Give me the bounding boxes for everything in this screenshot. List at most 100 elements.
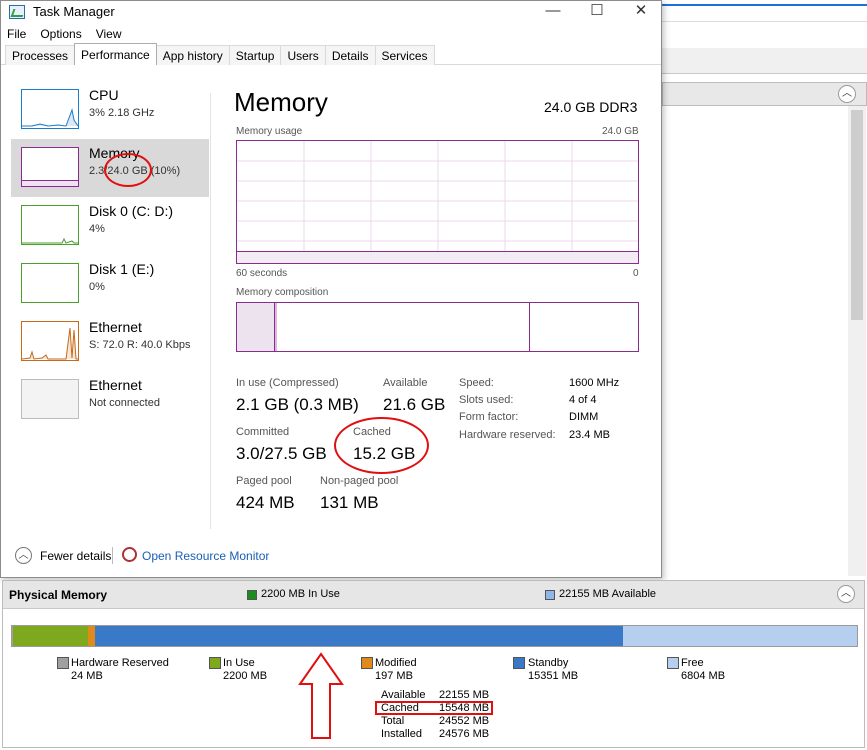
spec-value-slots: 4 of 4 [569, 394, 597, 406]
legend-value-in-use: 2200 MB [223, 670, 268, 682]
rm-accent-line [662, 4, 867, 6]
resource-item-cpu[interactable]: CPU 3% 2.18 GHz [11, 81, 209, 139]
bar-segment-standby [95, 626, 624, 646]
annotation-box-cached [375, 701, 493, 715]
available-value: 21.6 GB [383, 395, 446, 414]
legend-name-modified: Modified [375, 657, 417, 669]
nonpaged-pool-value: 131 MB [320, 493, 379, 512]
resource-name: Ethernet [89, 319, 142, 335]
bar-segment-free [623, 626, 857, 646]
composition-modified [275, 303, 277, 351]
composition-label: Memory composition [236, 287, 329, 298]
resource-detail: Not connected [89, 397, 160, 409]
open-resource-monitor-link[interactable]: Open Resource Monitor [142, 549, 269, 563]
physical-memory-panel: Physical Memory 2200 MB In Use 22155 MB … [2, 580, 865, 748]
paged-pool-label: Paged pool [236, 475, 292, 487]
window-title: Task Manager [33, 4, 115, 19]
annotation-circle-cached [334, 417, 429, 474]
bar-segment-modified [88, 626, 96, 646]
ethernet-disconnected-mini-graph [21, 379, 79, 419]
collapse-icon[interactable]: ︿ [837, 585, 855, 603]
physical-memory-header[interactable]: Physical Memory 2200 MB In Use 22155 MB … [3, 581, 864, 609]
physical-memory-title: Physical Memory [9, 588, 108, 602]
tab-users[interactable]: Users [280, 45, 326, 65]
resource-detail: 4% [89, 223, 105, 235]
legend-name-free: Free [681, 657, 704, 669]
annotation-circle-memory [104, 153, 152, 187]
resource-name: Disk 1 (E:) [89, 261, 155, 277]
tab-performance[interactable]: Performance [74, 43, 157, 65]
ethernet-mini-graph [21, 321, 79, 361]
tab-processes[interactable]: Processes [5, 45, 76, 65]
standby-swatch [513, 657, 525, 669]
resource-item-ethernet-2[interactable]: Ethernet Not connected [11, 371, 209, 429]
menu-view[interactable]: View [96, 27, 122, 41]
committed-label: Committed [236, 426, 290, 438]
available-legend-swatch [545, 590, 555, 600]
composition-in-use [237, 303, 275, 351]
spec-value-hw-reserved: 23.4 MB [569, 429, 610, 441]
summary-label-installed: Installed [381, 728, 422, 740]
rm-section-header[interactable] [662, 82, 867, 106]
close-button[interactable]: ✕ [618, 1, 664, 23]
page-title: Memory [234, 87, 328, 117]
rm-toolbar [662, 48, 867, 74]
menu-file[interactable]: File [7, 27, 26, 41]
bar-segment-in-use [12, 626, 89, 646]
resource-detail: S: 72.0 R: 40.0 Kbps [89, 339, 191, 351]
composition-standby-end [529, 303, 530, 351]
chevron-up-icon[interactable]: ︿ [15, 547, 32, 564]
modified-swatch [361, 657, 373, 669]
in-use-value: 2.1 GB (0.3 MB) [236, 395, 359, 414]
tab-details[interactable]: Details [324, 45, 376, 65]
title-bar[interactable]: Task Manager — ☐ ✕ [1, 1, 661, 23]
resource-list: CPU 3% 2.18 GHz Memory 2.3/24.0 GB (10%)… [11, 81, 209, 429]
memory-usage-graph [236, 140, 639, 264]
maximize-button[interactable]: ☐ [574, 1, 620, 23]
spec-value-form-factor: DIMM [569, 411, 599, 423]
summary-label-available: Available [381, 689, 426, 701]
tab-services[interactable]: Services [374, 45, 435, 65]
minimize-button[interactable]: — [530, 1, 576, 23]
in-use-label: In use (Compressed) [236, 377, 339, 389]
disk0-mini-graph [21, 205, 79, 245]
spec-label-hw-reserved: Hardware reserved: [459, 429, 556, 441]
resource-detail: 3% 2.18 GHz [89, 107, 155, 119]
memory-mini-graph [21, 147, 79, 187]
disk1-mini-graph [21, 263, 79, 303]
graph-grid [237, 141, 638, 263]
spec-label-speed: Speed: [459, 377, 494, 389]
in-use-legend-swatch [247, 590, 257, 600]
spec-label-form-factor: Form factor: [459, 411, 519, 423]
legend-name-hardware-reserved: Hardware Reserved [71, 657, 169, 669]
resource-item-ethernet-1[interactable]: Ethernet S: 72.0 R: 40.0 Kbps [11, 313, 209, 371]
fewer-details-button[interactable]: Fewer details [40, 549, 111, 563]
tab-startup[interactable]: Startup [228, 45, 282, 65]
resource-detail: 0% [89, 281, 105, 293]
resource-item-disk-0[interactable]: Disk 0 (C: D:) 4% [11, 197, 209, 255]
tab-app-history[interactable]: App history [155, 45, 230, 65]
task-manager-window: Task Manager — ☐ ✕ File Options View Pro… [0, 0, 662, 578]
summary-value-installed: 24576 MB [439, 728, 490, 740]
menu-options[interactable]: Options [40, 27, 81, 41]
menu-bar: File Options View [1, 23, 661, 45]
usage-graph-max: 24.0 GB [602, 126, 639, 137]
rm-scrollbar-thumb[interactable] [851, 110, 863, 320]
spec-value-speed: 1600 MHz [569, 377, 620, 389]
paged-pool-value: 424 MB [236, 493, 295, 512]
legend-value-standby: 15351 MB [528, 670, 579, 682]
resource-monitor-icon[interactable] [122, 547, 137, 562]
collapse-icon[interactable]: ︿ [838, 85, 856, 103]
annotation-arrow-icon [298, 652, 344, 739]
memory-composition-graph [236, 302, 639, 352]
summary-value-total: 24552 MB [439, 715, 490, 727]
task-manager-app-icon [9, 5, 25, 19]
available-label: Available [383, 377, 428, 389]
panel-divider [210, 93, 211, 529]
free-swatch [667, 657, 679, 669]
physical-memory-bar [11, 625, 858, 647]
resource-item-disk-1[interactable]: Disk 1 (E:) 0% [11, 255, 209, 313]
available-header-text: 22155 MB Available [559, 588, 657, 600]
graph-time-start: 60 seconds [236, 268, 288, 279]
footer-separator [112, 547, 113, 564]
